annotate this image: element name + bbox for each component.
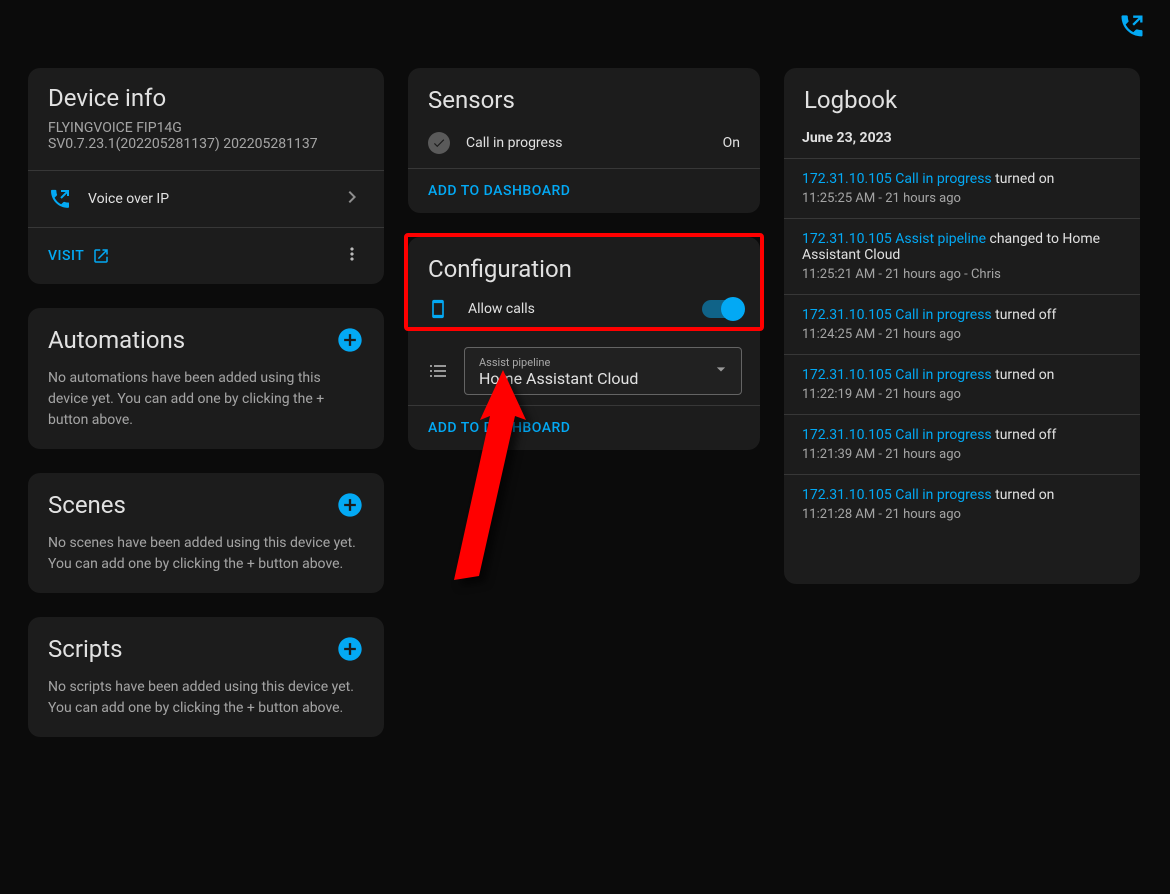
sensors-card: Sensors Call in progress On ADD TO DASHB… <box>408 68 760 213</box>
select-value: Home Assistant Cloud <box>479 369 705 388</box>
allow-calls-label: Allow calls <box>468 301 535 317</box>
sensor-label: Call in progress <box>466 135 562 151</box>
caret-down-icon <box>711 359 731 383</box>
logbook-item-text: turned on <box>992 367 1055 383</box>
logbook-item-sub: 11:21:28 AM - 21 hours ago <box>802 507 1122 522</box>
logbook-scroll[interactable]: June 23, 2023 172.31.10.105 Call in prog… <box>784 122 1140 568</box>
scripts-title: Scripts <box>48 635 123 663</box>
logbook-item-link[interactable]: 172.31.10.105 Call in progress <box>802 307 992 323</box>
sensors-title: Sensors <box>408 68 760 118</box>
chevron-right-icon <box>340 185 364 213</box>
plus-circle-icon <box>336 491 364 519</box>
add-automation-button[interactable] <box>336 326 364 354</box>
integration-label: Voice over IP <box>88 191 169 207</box>
logbook-item-text: turned off <box>992 427 1057 443</box>
scenes-empty: No scenes have been added using this dev… <box>28 523 384 593</box>
logbook-item[interactable]: 172.31.10.105 Call in progress turned of… <box>784 294 1140 354</box>
scenes-card: Scenes No scenes have been added using t… <box>28 473 384 593</box>
logbook-title: Logbook <box>784 68 1140 122</box>
assist-pipeline-select[interactable]: Assist pipeline Home Assistant Cloud <box>464 347 742 395</box>
open-in-new-icon <box>92 247 110 265</box>
logbook-item[interactable]: 172.31.10.105 Call in progress turned on… <box>784 474 1140 534</box>
logbook-item[interactable]: 172.31.10.105 Call in progress turned on… <box>784 354 1140 414</box>
logbook-item-link[interactable]: 172.31.10.105 Call in progress <box>802 367 992 383</box>
integration-row[interactable]: Voice over IP <box>28 170 384 227</box>
automations-empty: No automations have been added using thi… <box>28 358 384 449</box>
logbook-item-sub: 11:25:21 AM - 21 hours ago - Chris <box>802 267 1122 282</box>
logbook-item-text: turned on <box>992 487 1055 503</box>
voip-icon[interactable] <box>1118 12 1146 44</box>
sensor-value: On <box>723 135 740 151</box>
visit-label: VISIT <box>48 248 84 264</box>
plus-circle-icon <box>336 635 364 663</box>
device-model: FLYINGVOICE FIP14G <box>48 120 364 136</box>
logbook-item-sub: 11:22:19 AM - 21 hours ago <box>802 387 1122 402</box>
highlight-box: Configuration Allow calls <box>404 233 764 331</box>
allow-calls-toggle[interactable] <box>702 300 742 318</box>
scripts-card: Scripts No scripts have been added using… <box>28 617 384 737</box>
check-circle-icon <box>428 132 450 154</box>
logbook-item-text: turned on <box>992 171 1055 187</box>
select-label: Assist pipeline <box>479 356 705 369</box>
more-button[interactable] <box>334 236 370 276</box>
logbook-item-sub: 11:21:39 AM - 21 hours ago <box>802 447 1122 462</box>
add-sensor-to-dashboard[interactable]: ADD TO DASHBOARD <box>408 168 760 213</box>
logbook-item[interactable]: 172.31.10.105 Call in progress turned on… <box>784 158 1140 218</box>
visit-button[interactable]: VISIT <box>48 239 110 273</box>
logbook-item-sub: 11:24:25 AM - 21 hours ago <box>802 327 1122 342</box>
device-info-title: Device info <box>48 84 364 112</box>
add-script-button[interactable] <box>336 635 364 663</box>
configuration-title: Configuration <box>408 237 760 287</box>
automations-title: Automations <box>48 326 185 354</box>
logbook-item-sub: 11:25:25 AM - 21 hours ago <box>802 191 1122 206</box>
logbook-item-link[interactable]: 172.31.10.105 Call in progress <box>802 427 992 443</box>
add-scene-button[interactable] <box>336 491 364 519</box>
logbook-item-text: turned off <box>992 307 1057 323</box>
logbook-item-link[interactable]: 172.31.10.105 Call in progress <box>802 171 992 187</box>
logbook-card: Logbook June 23, 2023 172.31.10.105 Call… <box>784 68 1140 584</box>
device-info-card: Device info FLYINGVOICE FIP14G SV0.7.23.… <box>28 68 384 284</box>
device-firmware: SV0.7.23.1(202205281137) 202205281137 <box>48 136 364 152</box>
logbook-item[interactable]: 172.31.10.105 Call in progress turned of… <box>784 414 1140 474</box>
automations-card: Automations No automations have been add… <box>28 308 384 449</box>
list-icon <box>426 359 450 383</box>
add-config-to-dashboard[interactable]: ADD TO DASHBOARD <box>408 405 760 450</box>
logbook-date: June 23, 2023 <box>784 122 1140 158</box>
allow-calls-row[interactable]: Allow calls <box>408 287 760 321</box>
scripts-empty: No scripts have been added using this de… <box>28 667 384 737</box>
sensor-row[interactable]: Call in progress On <box>408 118 760 168</box>
configuration-card: Configuration Allow calls Assist p <box>408 237 760 450</box>
scenes-title: Scenes <box>48 491 126 519</box>
dots-vertical-icon <box>342 244 362 264</box>
plus-circle-icon <box>336 326 364 354</box>
voip-small-icon <box>48 187 72 211</box>
logbook-item[interactable]: 172.31.10.105 Assist pipeline changed to… <box>784 218 1140 294</box>
phone-icon <box>426 297 450 321</box>
logbook-item-link[interactable]: 172.31.10.105 Assist pipeline <box>802 231 986 247</box>
logbook-item-link[interactable]: 172.31.10.105 Call in progress <box>802 487 992 503</box>
